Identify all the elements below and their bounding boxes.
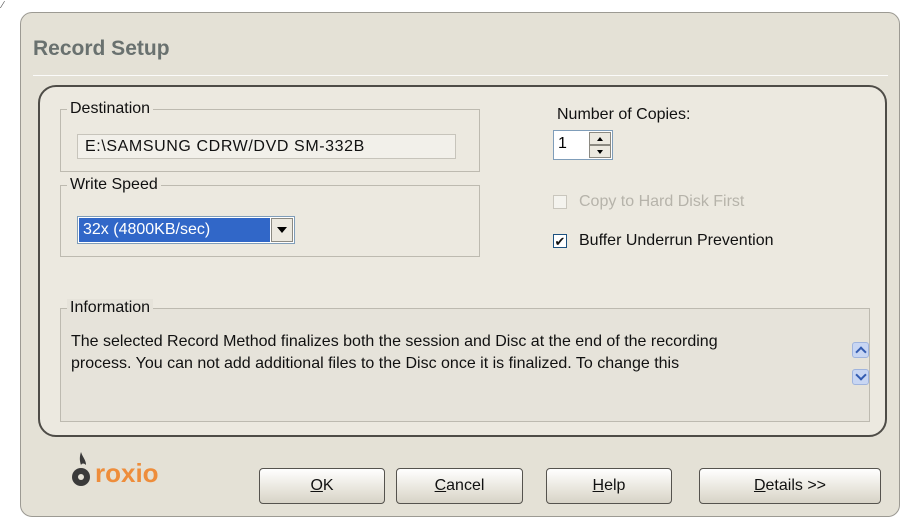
record-setup-dialog: Record Setup Destination E:\SAMSUNG CDRW… (20, 12, 900, 517)
spin-buttons (589, 132, 611, 158)
ok-button[interactable]: OK (259, 468, 385, 504)
cancel-button[interactable]: Cancel (396, 468, 523, 504)
roxio-logo: roxio (69, 450, 159, 488)
help-label: elp (604, 477, 626, 494)
details-button[interactable]: Details >> (699, 468, 881, 504)
buffer-underrun-label[interactable]: Buffer Underrun Prevention (579, 232, 773, 250)
destination-field: E:\SAMSUNG CDRW/DVD SM-332B (77, 134, 456, 159)
help-mnemonic: H (592, 477, 605, 494)
information-line: The selected Record Method finalizes bot… (71, 333, 718, 350)
arrow-up-icon (597, 136, 603, 141)
copies-stepper[interactable]: 1 (553, 130, 613, 160)
spin-up-button[interactable] (589, 132, 611, 145)
scroll-down-button[interactable] (852, 369, 869, 385)
help-button[interactable]: Help (546, 468, 672, 504)
write-speed-dropdown[interactable]: 32x (4800KB/sec) (77, 216, 295, 244)
disc-flame-icon (72, 452, 90, 486)
title-separator (33, 75, 888, 76)
write-speed-selected[interactable]: 32x (4800KB/sec) (79, 218, 270, 242)
destination-group: Destination E:\SAMSUNG CDRW/DVD SM-332B (60, 100, 480, 172)
copies-label: Number of Copies: (557, 106, 691, 123)
corner-mark: ∕ (2, 0, 4, 11)
information-line: process. You can not add additional file… (71, 355, 680, 372)
ok-mnemonic: O (310, 477, 323, 494)
ok-label: K (322, 477, 334, 494)
dialog-title: Record Setup (33, 37, 170, 60)
write-speed-group: Write Speed 32x (4800KB/sec) (60, 176, 480, 257)
scroll-up-button[interactable] (852, 342, 869, 358)
buffer-underrun-checkbox[interactable]: ✔ (553, 234, 567, 248)
information-label: Information (67, 299, 154, 317)
cancel-label: ancel (446, 477, 485, 494)
dropdown-arrow-button[interactable] (271, 218, 293, 242)
chevron-up-icon (854, 346, 867, 358)
cancel-mnemonic: C (434, 477, 447, 494)
arrow-down-icon (597, 149, 603, 154)
details-mnemonic: D (753, 477, 766, 494)
information-group: Information The selected Record Method f… (60, 299, 870, 422)
copy-to-hard-disk-checkbox (553, 195, 567, 209)
settings-panel: Destination E:\SAMSUNG CDRW/DVD SM-332B … (38, 85, 887, 437)
logo-text: roxio (95, 458, 159, 488)
copy-to-hard-disk-option: Copy to Hard Disk First (553, 193, 744, 211)
information-text: The selected Record Method finalizes bot… (71, 331, 841, 375)
details-label: etails >> (765, 477, 827, 494)
chevron-down-icon (854, 369, 867, 381)
destination-label: Destination (67, 100, 154, 118)
copies-value[interactable]: 1 (558, 135, 567, 153)
copy-to-hard-disk-label: Copy to Hard Disk First (579, 193, 745, 210)
spin-down-button[interactable] (589, 145, 611, 158)
buffer-underrun-option[interactable]: ✔ Buffer Underrun Prevention (553, 232, 773, 250)
chevron-down-icon (277, 227, 287, 233)
write-speed-label: Write Speed (67, 176, 161, 194)
